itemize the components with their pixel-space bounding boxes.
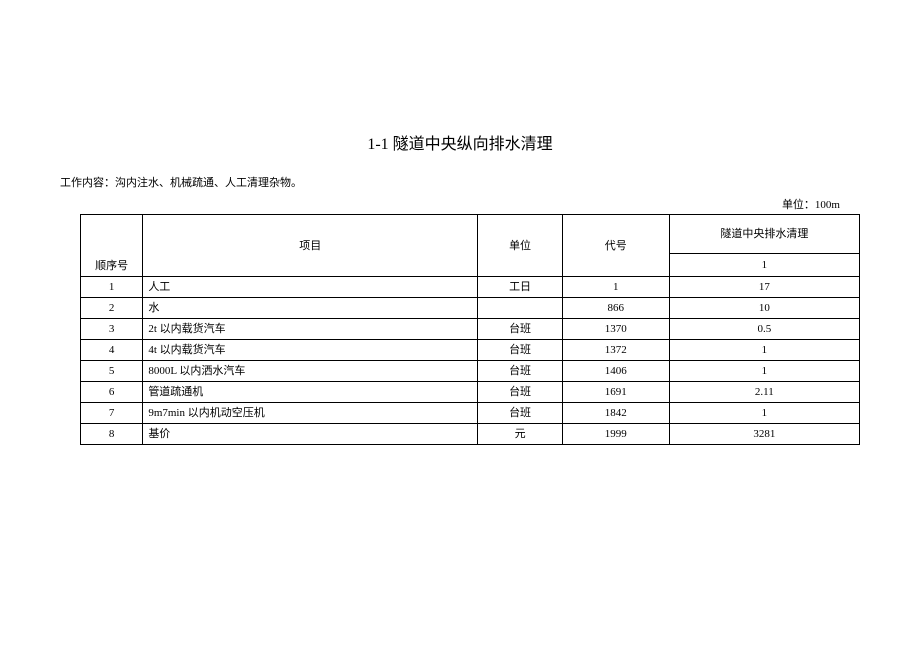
cell-unit: 台班 (478, 403, 563, 424)
header-unit: 单位 (478, 215, 563, 277)
cell-code: 1370 (562, 319, 669, 340)
work-content-label: 工作内容：沟内注水、机械疏通、人工清理杂物。 (60, 174, 860, 190)
unit-label: 单位：100m (60, 196, 860, 212)
cell-val: 3281 (669, 424, 859, 445)
cell-code: 1372 (562, 340, 669, 361)
cell-val: 10 (669, 298, 859, 319)
cell-code: 1406 (562, 361, 669, 382)
table-body: 1 人工 工日 1 17 2 水 866 10 3 2t 以内载货汽车 台班 1… (81, 277, 860, 445)
cell-seq: 4 (81, 340, 143, 361)
table-row: 3 2t 以内载货汽车 台班 1370 0.5 (81, 319, 860, 340)
cell-unit: 台班 (478, 361, 563, 382)
cell-seq: 1 (81, 277, 143, 298)
cell-item: 8000L 以内洒水汽车 (143, 361, 478, 382)
cell-unit: 台班 (478, 340, 563, 361)
cell-seq: 3 (81, 319, 143, 340)
table-row: 7 9m7min 以内机动空压机 台班 1842 1 (81, 403, 860, 424)
cell-item: 4t 以内载货汽车 (143, 340, 478, 361)
cell-val: 1 (669, 340, 859, 361)
data-table: 顺序号 项目 单位 代号 隧道中央排水清理 1 1 人工 工日 1 17 2 水 (80, 214, 860, 445)
header-code: 代号 (562, 215, 669, 277)
table-row: 8 基价 元 1999 3281 (81, 424, 860, 445)
cell-unit: 台班 (478, 382, 563, 403)
table-row: 6 管道疏通机 台班 1691 2.11 (81, 382, 860, 403)
document-title: 1-1 隧道中央纵向排水清理 (60, 130, 860, 154)
cell-item: 人工 (143, 277, 478, 298)
cell-code: 1842 (562, 403, 669, 424)
cell-seq: 6 (81, 382, 143, 403)
cell-seq: 2 (81, 298, 143, 319)
cell-seq: 7 (81, 403, 143, 424)
cell-val: 1 (669, 361, 859, 382)
document-container: 1-1 隧道中央纵向排水清理 工作内容：沟内注水、机械疏通、人工清理杂物。 单位… (0, 0, 920, 445)
table-row: 2 水 866 10 (81, 298, 860, 319)
header-group-sub: 1 (669, 254, 859, 277)
cell-unit (478, 298, 563, 319)
cell-item: 水 (143, 298, 478, 319)
cell-val: 2.11 (669, 382, 859, 403)
cell-unit: 元 (478, 424, 563, 445)
header-seq: 顺序号 (81, 215, 143, 277)
header-item: 项目 (143, 215, 478, 277)
cell-seq: 5 (81, 361, 143, 382)
cell-seq: 8 (81, 424, 143, 445)
cell-val: 17 (669, 277, 859, 298)
cell-item: 9m7min 以内机动空压机 (143, 403, 478, 424)
cell-code: 1 (562, 277, 669, 298)
cell-code: 1691 (562, 382, 669, 403)
cell-item: 管道疏通机 (143, 382, 478, 403)
table-row: 4 4t 以内载货汽车 台班 1372 1 (81, 340, 860, 361)
cell-code: 1999 (562, 424, 669, 445)
table-row: 1 人工 工日 1 17 (81, 277, 860, 298)
cell-unit: 工日 (478, 277, 563, 298)
cell-code: 866 (562, 298, 669, 319)
table-row: 5 8000L 以内洒水汽车 台班 1406 1 (81, 361, 860, 382)
header-group: 隧道中央排水清理 (669, 215, 859, 254)
cell-item: 基价 (143, 424, 478, 445)
cell-val: 0.5 (669, 319, 859, 340)
cell-item: 2t 以内载货汽车 (143, 319, 478, 340)
cell-unit: 台班 (478, 319, 563, 340)
cell-val: 1 (669, 403, 859, 424)
